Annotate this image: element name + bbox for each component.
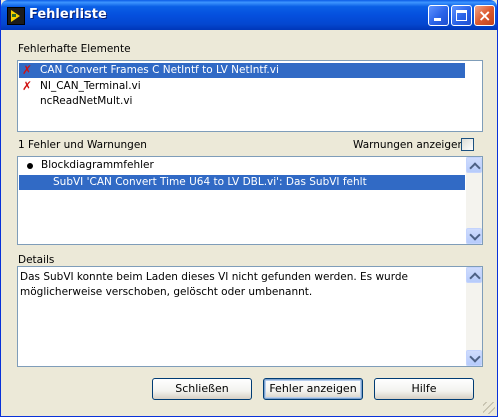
scroll-down-button[interactable]	[466, 228, 482, 244]
close-window-button[interactable]: ×	[474, 5, 495, 26]
title-bar[interactable]: Fehlerliste ×	[1, 0, 497, 30]
maximize-button[interactable]	[451, 5, 472, 26]
list-item[interactable]: ✗ CAN Convert Frames C NetIntf to LV Net…	[19, 63, 465, 78]
minimize-button[interactable]	[428, 5, 449, 26]
list-item[interactable]: ncReadNetMult.vi	[19, 94, 465, 109]
error-x-icon: ✗	[22, 79, 33, 93]
labview-icon	[7, 7, 25, 25]
list-item[interactable]: Blockdiagrammfehler	[19, 158, 465, 173]
bullet-icon	[27, 163, 33, 169]
list-item-label: CAN Convert Frames C NetIntf to LV NetIn…	[40, 64, 279, 76]
details-textbox[interactable]: Das SubVI konnte beim Laden dieses VI ni…	[17, 266, 483, 367]
details-scrollbar[interactable]	[466, 267, 482, 366]
chevron-up-icon	[469, 272, 481, 284]
show-warnings-checkbox[interactable]	[461, 138, 474, 151]
error-x-icon: ✗	[22, 63, 33, 77]
list-item-label: SubVI 'CAN Convert Time U64 to LV DBL.vi…	[53, 176, 367, 188]
fehlerliste-window: Fehlerliste × Fehlerhafte Elemente ✗ CAN…	[0, 0, 498, 417]
list-item-label: Blockdiagrammfehler	[41, 159, 154, 171]
details-label: Details	[18, 254, 55, 266]
show-error-button[interactable]: Fehler anzeigen	[263, 378, 363, 400]
error-elements-label: Fehlerhafte Elemente	[18, 43, 131, 55]
scroll-up-button[interactable]	[466, 157, 482, 174]
close-button[interactable]: Schließen	[152, 378, 252, 400]
chevron-down-icon	[469, 351, 481, 363]
maximize-icon	[456, 10, 467, 21]
window-title: Fehlerliste	[29, 7, 107, 22]
close-icon: ×	[478, 6, 492, 25]
show-warnings-label: Warnungen anzeigen	[353, 139, 465, 151]
chevron-down-icon	[469, 229, 481, 241]
error-elements-list[interactable]: ✗ CAN Convert Frames C NetIntf to LV Net…	[17, 60, 483, 132]
error-count-label: 1 Fehler und Warnungen	[18, 139, 147, 151]
help-button[interactable]: Hilfe	[374, 378, 474, 400]
resize-grip[interactable]	[483, 402, 495, 414]
warnings-list[interactable]: Blockdiagrammfehler SubVI 'CAN Convert T…	[17, 156, 483, 245]
list-item[interactable]: SubVI 'CAN Convert Time U64 to LV DBL.vi…	[19, 175, 465, 190]
chevron-up-icon	[469, 162, 481, 174]
details-text: Das SubVI konnte beim Laden dieses VI ni…	[20, 271, 408, 298]
scroll-down-button[interactable]	[466, 350, 482, 366]
list-item-label: NI_CAN_Terminal.vi	[40, 80, 141, 92]
list-item-label: ncReadNetMult.vi	[40, 95, 133, 107]
scroll-up-button[interactable]	[466, 267, 482, 284]
minimize-icon	[434, 18, 441, 21]
warnings-scrollbar[interactable]	[466, 157, 482, 244]
list-item[interactable]: ✗ NI_CAN_Terminal.vi	[19, 79, 465, 94]
